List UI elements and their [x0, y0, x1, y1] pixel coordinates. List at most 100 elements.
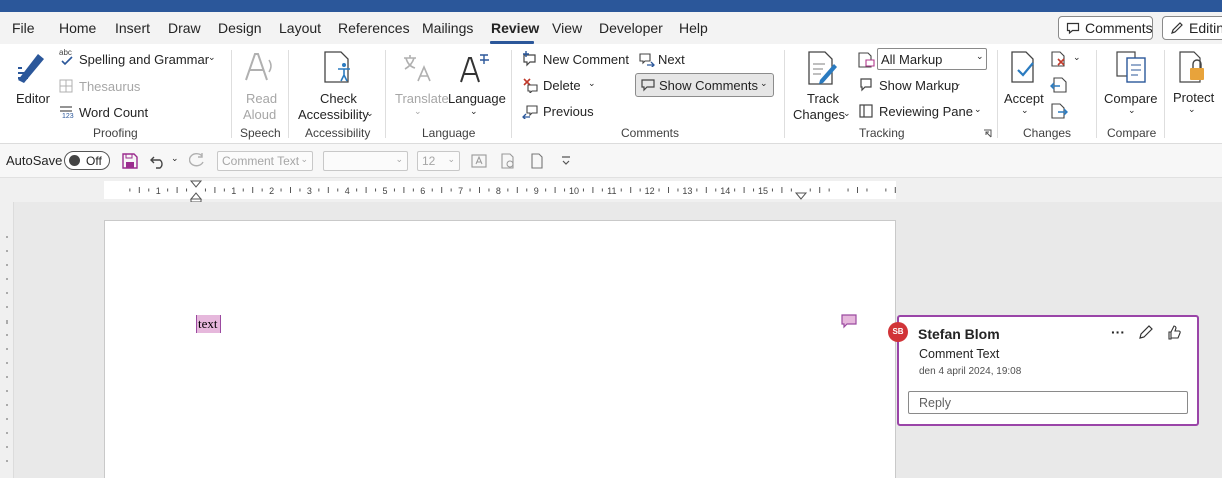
chevron-down-icon[interactable]: ⌄ — [208, 52, 216, 63]
more-options-icon[interactable]: ··· — [1111, 324, 1125, 340]
previous-change-icon[interactable] — [1050, 76, 1068, 94]
track-changes-label-1: Track — [807, 91, 840, 106]
chevron-down-icon: ⌄ — [976, 51, 984, 61]
ruler-number: 8 — [496, 186, 501, 196]
autosave-toggle[interactable]: Off — [64, 151, 110, 170]
tracking-options-launcher-icon[interactable] — [983, 129, 992, 138]
edit-comment-pencil-icon[interactable] — [1138, 324, 1154, 340]
language-label: Language — [448, 91, 506, 106]
display-for-review-icon — [858, 52, 875, 68]
changes-group-label: Changes — [1023, 126, 1072, 140]
tab-help[interactable]: Help — [679, 20, 708, 36]
chevron-down-icon: ⌄ — [843, 108, 851, 118]
accept-change-icon — [1011, 51, 1034, 83]
track-changes-label-2: Changes — [793, 107, 846, 122]
protect-label: Protect — [1173, 90, 1215, 105]
chevron-down-icon[interactable]: ⌄ — [974, 104, 982, 115]
chevron-down-icon: ⌄ — [366, 108, 374, 118]
ruler-number: 13 — [682, 186, 692, 196]
tab-references[interactable]: References — [338, 20, 410, 36]
page-settings-icon[interactable] — [500, 153, 516, 169]
chevron-down-icon: ⌄ — [447, 154, 455, 164]
show-markup-label: Show Markup — [879, 78, 959, 93]
editor-button[interactable]: Editor — [12, 50, 52, 106]
markup-view-select[interactable]: All Markup ⌄ — [877, 48, 987, 70]
reviewing-pane-label: Reviewing Pane — [879, 104, 973, 119]
save-icon[interactable] — [122, 153, 138, 169]
customize-toolbar-icon[interactable] — [560, 155, 572, 167]
like-thumbs-up-icon[interactable] — [1166, 324, 1182, 340]
next-change-icon[interactable] — [1050, 102, 1068, 120]
group-separator — [997, 50, 998, 138]
vertical-ruler[interactable] — [0, 202, 14, 478]
chevron-down-icon: ⌄ — [300, 154, 308, 164]
lock-icon — [1179, 51, 1204, 83]
read-aloud-button[interactable]: Read Aloud — [240, 50, 280, 122]
reply-input[interactable]: Reply — [908, 391, 1188, 414]
previous-label: Previous — [543, 104, 594, 119]
chevron-down-icon[interactable]: ⌄ — [171, 153, 179, 164]
group-separator — [385, 50, 386, 138]
spelling-label: Spelling and Grammar — [79, 52, 210, 67]
reply-placeholder: Reply — [919, 396, 951, 410]
font-size-select[interactable]: 12 ⌄ — [417, 151, 460, 171]
chevron-down-icon[interactable]: ⌄ — [760, 78, 768, 89]
comment-anchor-icon[interactable] — [841, 313, 857, 329]
next-label: Next — [658, 52, 685, 67]
check-accessibility-label-2: Accessibility — [298, 107, 369, 122]
tab-file[interactable]: File — [12, 20, 35, 36]
show-comments-icon — [641, 79, 655, 92]
group-separator — [511, 50, 512, 138]
word-count-label: Word Count — [79, 105, 149, 120]
horizontal-ruler[interactable]: 1 1 2 3 4 5 6 7 8 9 10 11 12 13 14 15 — [0, 178, 1222, 202]
tab-design[interactable]: Design — [218, 20, 262, 36]
word-count-number-icon: 123 — [62, 113, 74, 120]
protect-button[interactable]: Protect ⌄ — [1172, 50, 1218, 120]
tab-draw[interactable]: Draw — [168, 20, 201, 36]
show-comments-button[interactable]: Show Comments ⌄ — [635, 73, 774, 97]
next-comment-icon — [639, 53, 655, 67]
group-separator — [784, 50, 785, 138]
font-select[interactable]: ⌄ — [323, 151, 408, 171]
ruler-number: 2 — [269, 186, 274, 196]
compare-button[interactable]: Compare ⌄ — [1104, 50, 1160, 120]
ruler-number: 4 — [345, 186, 350, 196]
track-changes-button[interactable]: Track Changes ⌄ — [792, 50, 852, 122]
commented-text[interactable]: text — [196, 315, 221, 333]
translate-button[interactable]: Translate ⌄ — [395, 50, 449, 118]
compare-group-label: Compare — [1107, 126, 1157, 140]
reject-change-icon[interactable] — [1050, 50, 1068, 68]
chevron-down-icon[interactable]: ⌄ — [1073, 52, 1081, 63]
comments-button-label: Comments — [1085, 20, 1153, 36]
new-document-icon[interactable] — [529, 153, 545, 169]
tab-layout[interactable]: Layout — [279, 20, 321, 36]
language-button[interactable]: Language ⌄ — [448, 50, 506, 118]
avatar: SB — [888, 322, 908, 342]
ruler-number: 6 — [420, 186, 425, 196]
group-separator — [231, 50, 232, 138]
text-box-icon[interactable] — [471, 153, 487, 169]
new-comment-label: New Comment — [543, 52, 629, 67]
style-select[interactable]: Comment Text ⌄ — [217, 151, 313, 171]
read-aloud-icon — [245, 53, 272, 81]
undo-icon[interactable] — [150, 153, 166, 169]
previous-comment-icon — [522, 105, 538, 119]
tab-review[interactable]: Review — [491, 20, 539, 36]
document-page[interactable] — [104, 220, 896, 478]
speech-group-label: Speech — [240, 126, 281, 140]
ruler-number: 1 — [231, 186, 236, 196]
editing-mode-button[interactable]: Editing — [1162, 16, 1222, 40]
tab-developer[interactable]: Developer — [599, 20, 663, 36]
redo-icon[interactable] — [189, 153, 205, 169]
check-accessibility-button[interactable]: Check Accessibility ⌄ — [298, 50, 376, 122]
comments-pane-button[interactable]: Comments — [1058, 16, 1153, 40]
chevron-down-icon: ⌄ — [470, 106, 478, 116]
translate-label: Translate — [395, 91, 449, 106]
tab-insert[interactable]: Insert — [115, 20, 150, 36]
tab-view[interactable]: View — [552, 20, 582, 36]
tab-home[interactable]: Home — [59, 20, 96, 36]
tab-mailings[interactable]: Mailings — [422, 20, 473, 36]
accept-button[interactable]: Accept ⌄ — [1004, 50, 1044, 120]
accessibility-icon — [324, 51, 350, 83]
chevron-down-icon[interactable]: ⌄ — [588, 78, 596, 89]
